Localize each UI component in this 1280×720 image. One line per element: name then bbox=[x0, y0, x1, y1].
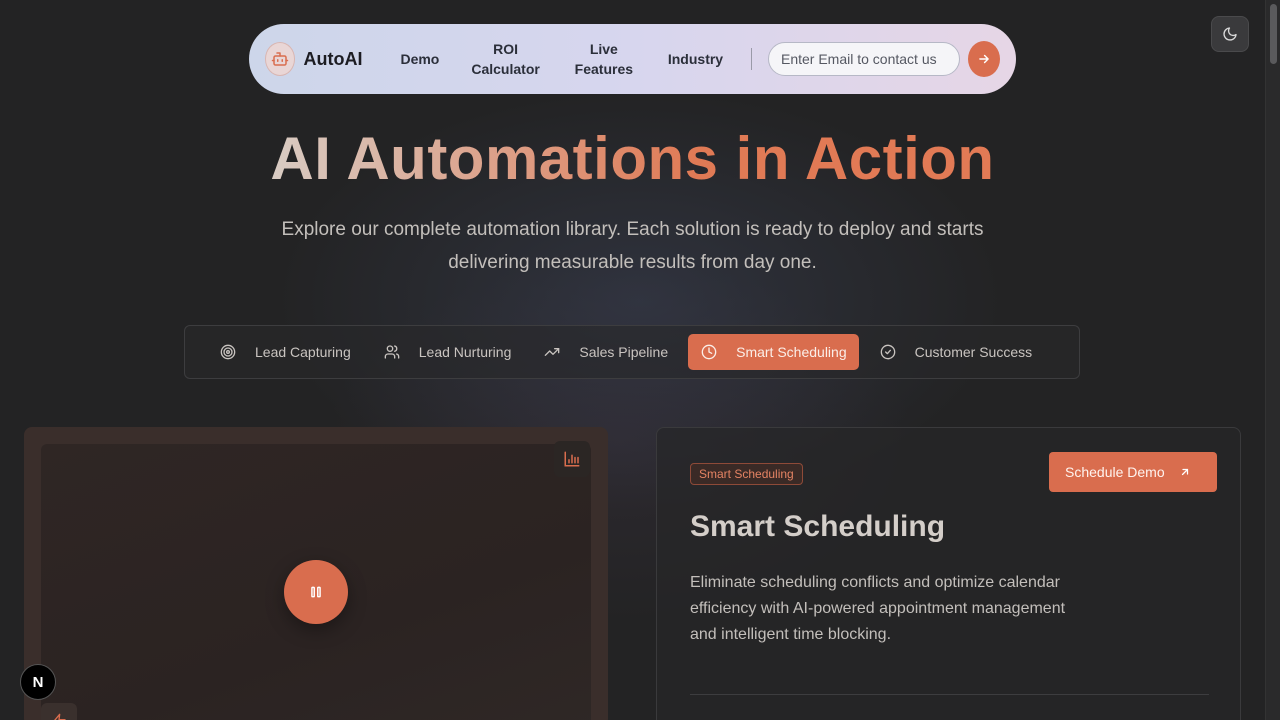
pause-button[interactable] bbox=[284, 560, 348, 624]
hero-subtitle: Explore our complete automation library.… bbox=[281, 219, 984, 273]
trending-up-icon bbox=[543, 343, 561, 361]
automation-detail-card: Smart Scheduling Schedule Demo Smart Sch… bbox=[656, 427, 1241, 720]
target-icon bbox=[219, 343, 237, 361]
schedule-demo-label: Schedule Demo bbox=[1065, 464, 1165, 480]
bar-chart-icon bbox=[564, 451, 580, 467]
card-title: Smart Scheduling bbox=[690, 510, 946, 543]
send-button[interactable] bbox=[967, 41, 1000, 77]
category-tag: Smart Scheduling bbox=[690, 463, 803, 485]
arrow-right-icon bbox=[979, 54, 989, 64]
nav-link-roi-calculator[interactable]: ROI Calculator bbox=[471, 39, 539, 79]
clock-icon bbox=[700, 343, 718, 361]
brand-name[interactable]: AutoAI bbox=[303, 49, 362, 70]
email-input[interactable] bbox=[767, 42, 960, 76]
card-description: Eliminate scheduling conflicts and optim… bbox=[690, 574, 1066, 643]
scrollbar[interactable] bbox=[1265, 0, 1280, 720]
nav-link-live-features[interactable]: Live Features bbox=[572, 39, 636, 79]
tab-smart-scheduling[interactable]: Smart Scheduling bbox=[688, 334, 859, 370]
tab-label: Lead Nurturing bbox=[418, 344, 512, 360]
automation-button[interactable] bbox=[41, 703, 77, 720]
stats-button[interactable] bbox=[554, 441, 590, 477]
nav-divider bbox=[751, 48, 752, 70]
card-divider bbox=[690, 694, 1209, 695]
tab-customer-success[interactable]: Customer Success bbox=[867, 334, 1044, 370]
users-icon bbox=[383, 343, 401, 361]
theme-toggle-button[interactable] bbox=[1211, 16, 1249, 52]
category-tabs: Lead Capturing Lead Nurturing Sales Pipe… bbox=[184, 325, 1080, 379]
moon-icon bbox=[1223, 27, 1237, 41]
tab-lead-nurturing[interactable]: Lead Nurturing bbox=[371, 334, 524, 370]
arrow-up-right-icon bbox=[1179, 466, 1191, 478]
pause-icon bbox=[311, 586, 321, 598]
hero-title: AI Automations in Action bbox=[0, 124, 1265, 193]
dev-tools-badge[interactable]: N bbox=[20, 664, 56, 700]
tab-label: Lead Capturing bbox=[255, 344, 351, 360]
tab-label: Customer Success bbox=[914, 344, 1033, 360]
tab-lead-capturing[interactable]: Lead Capturing bbox=[207, 334, 363, 370]
navbar: AutoAI Demo ROI Calculator Live Features… bbox=[249, 24, 1016, 94]
nav-link-industry[interactable]: Industry bbox=[668, 49, 723, 69]
zap-icon bbox=[54, 713, 66, 720]
scrollbar-thumb[interactable] bbox=[1270, 4, 1277, 64]
tab-sales-pipeline[interactable]: Sales Pipeline bbox=[531, 334, 680, 370]
nav-link-demo[interactable]: Demo bbox=[400, 49, 439, 69]
schedule-demo-button[interactable]: Schedule Demo bbox=[1049, 452, 1217, 492]
tab-label: Sales Pipeline bbox=[579, 344, 669, 360]
check-circle-icon bbox=[879, 343, 897, 361]
robot-icon bbox=[265, 42, 296, 76]
tab-label: Smart Scheduling bbox=[736, 344, 847, 360]
